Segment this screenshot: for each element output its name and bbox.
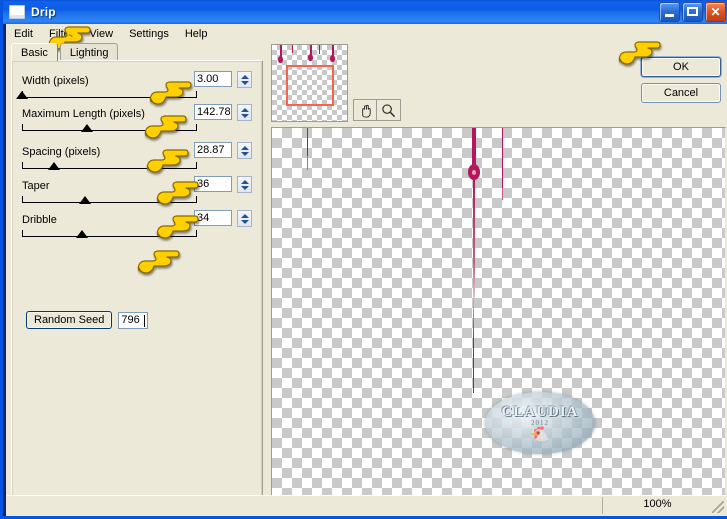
tab-lighting[interactable]: Lighting <box>59 43 119 60</box>
hand-icon <box>361 104 371 118</box>
drip-stroke <box>502 188 503 200</box>
spinner-up-icon[interactable] <box>240 213 249 218</box>
drip-plugin-window: Drip ✕ Edit Filter View Settings Help Ba… <box>0 0 727 519</box>
control-maximum-length-value[interactable]: 142.78 <box>194 104 232 120</box>
window-buttons: ✕ <box>659 2 726 22</box>
random-seed-input[interactable]: 796 <box>118 311 149 329</box>
menu-item-view[interactable]: View <box>81 26 121 42</box>
close-button[interactable]: ✕ <box>705 2 726 22</box>
control-taper-value[interactable]: 36 <box>194 176 232 192</box>
control-maximum-length: Maximum Length (pixels) 142.78 <box>22 104 254 134</box>
settings-panel: Basic Lighting Width (pixels) 3.00 Maxim… <box>7 43 269 515</box>
client-area: Edit Filter View Settings Help Basic Lig… <box>6 24 727 516</box>
control-spacing-slider[interactable] <box>22 160 197 172</box>
slider-track <box>22 230 197 237</box>
preview-area: OK Cancel CLAUDIA 2012 🐔 <box>269 43 727 515</box>
preview-canvas[interactable]: CLAUDIA 2012 🐔 <box>271 127 726 512</box>
zoom-tool-button[interactable] <box>377 99 401 121</box>
spinner-down-icon[interactable] <box>240 185 249 190</box>
tool-buttons <box>353 99 401 121</box>
watermark: CLAUDIA 2012 🐔 <box>485 392 595 454</box>
spinner-up-icon[interactable] <box>240 107 249 112</box>
control-taper-slider[interactable] <box>22 194 197 206</box>
spinner-down-icon[interactable] <box>240 151 249 156</box>
spinner-down-icon[interactable] <box>240 219 249 224</box>
navigator-viewport-rect[interactable] <box>286 65 334 106</box>
zoom-level-indicator: 100% <box>602 497 712 514</box>
watermark-emblem-icon: 🐔 <box>530 427 550 444</box>
tab-panel-basic: Width (pixels) 3.00 Maximum Length (pixe… <box>11 60 263 507</box>
menu-item-edit[interactable]: Edit <box>6 26 41 42</box>
slider-thumb[interactable] <box>80 124 93 132</box>
maximize-button[interactable] <box>682 2 703 22</box>
tab-strip: Basic Lighting <box>11 43 119 61</box>
slider-track <box>22 91 197 98</box>
control-dribble-spinner[interactable] <box>237 210 252 227</box>
control-width-slider[interactable] <box>16 89 197 101</box>
control-width-value[interactable]: 3.00 <box>194 71 232 87</box>
spinner-down-icon[interactable] <box>240 113 249 118</box>
drip-stroke <box>502 128 503 188</box>
menu-item-settings[interactable]: Settings <box>121 26 177 42</box>
control-dribble: Dribble 34 <box>22 210 254 240</box>
watermark-year: 2012 <box>531 419 549 427</box>
transparency-checkerboard <box>272 128 725 511</box>
spinner-up-icon[interactable] <box>240 145 249 150</box>
pan-tool-button[interactable] <box>353 99 377 121</box>
control-dribble-slider[interactable] <box>22 228 197 240</box>
slider-track <box>22 124 197 131</box>
control-maximum-length-slider[interactable] <box>22 122 197 134</box>
resize-grip[interactable] <box>712 501 724 513</box>
control-spacing-value[interactable]: 28.87 <box>194 142 232 158</box>
control-taper-spinner[interactable] <box>237 176 252 193</box>
window-icon <box>9 5 25 19</box>
slider-thumb[interactable] <box>16 91 28 99</box>
spinner-up-icon[interactable] <box>240 74 249 79</box>
drip-stroke <box>307 128 308 156</box>
window-title: Drip <box>31 5 56 19</box>
ok-button[interactable]: OK <box>641 57 721 77</box>
control-maximum-length-spinner[interactable] <box>237 104 252 121</box>
menu-item-filter[interactable]: Filter <box>41 26 81 42</box>
control-width-spinner[interactable] <box>237 71 252 88</box>
magnifier-icon <box>382 103 396 117</box>
text-caret <box>144 314 146 327</box>
control-dribble-value[interactable]: 34 <box>194 210 232 226</box>
spinner-up-icon[interactable] <box>240 179 249 184</box>
navigator-thumbnail[interactable] <box>271 44 348 122</box>
window-frame: Drip ✕ Edit Filter View Settings Help Ba… <box>0 0 727 519</box>
control-spacing: Spacing (pixels) 28.87 <box>22 142 254 172</box>
drip-blob-highlight <box>472 170 476 175</box>
title-bar[interactable]: Drip ✕ <box>3 0 727 24</box>
menu-bar: Edit Filter View Settings Help <box>6 24 727 43</box>
cancel-button[interactable]: Cancel <box>641 83 721 103</box>
random-seed-value: 796 <box>121 313 140 326</box>
minimize-button[interactable] <box>659 2 680 22</box>
drip-stroke <box>473 180 475 298</box>
slider-track <box>22 196 197 203</box>
slider-thumb[interactable] <box>79 196 91 204</box>
random-seed-row: Random Seed 796 <box>26 311 149 329</box>
drip-stroke <box>473 298 474 393</box>
drip-stroke <box>307 156 308 170</box>
random-seed-button[interactable]: Random Seed <box>26 311 113 329</box>
control-spacing-spinner[interactable] <box>237 142 252 159</box>
slider-thumb[interactable] <box>75 230 88 238</box>
tab-basic[interactable]: Basic <box>11 43 58 61</box>
slider-thumb[interactable] <box>47 162 60 170</box>
status-bar: 100% <box>7 495 726 515</box>
control-taper: Taper 36 <box>22 176 254 206</box>
control-width: Width (pixels) 3.00 <box>16 71 254 101</box>
menu-item-help[interactable]: Help <box>177 26 216 42</box>
spinner-down-icon[interactable] <box>240 80 249 85</box>
